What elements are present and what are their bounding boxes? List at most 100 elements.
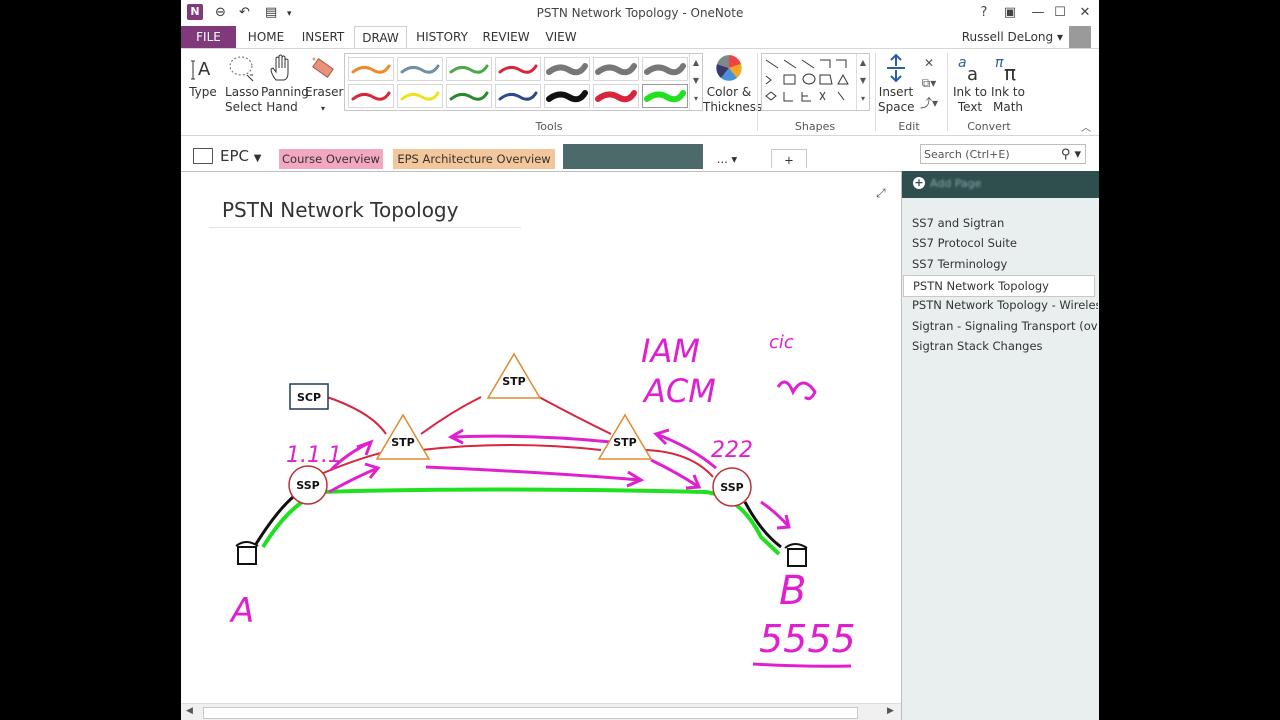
ink-a: A bbox=[229, 591, 254, 631]
page-item-pstn-wireless[interactable]: PSTN Network Topology - Wireles bbox=[912, 295, 1098, 315]
title-bar: N ⊖ ↶ ▤ ▾ PSTN Network Topology - OneNot… bbox=[181, 0, 1099, 26]
line-phone-a bbox=[254, 495, 294, 545]
page-item-pstn-topology[interactable]: PSTN Network Topology bbox=[903, 275, 1095, 297]
pen-swatch[interactable] bbox=[544, 84, 590, 108]
page-item-ss7-sigtran[interactable]: SS7 and Sigtran bbox=[912, 213, 1098, 233]
page-item-ss7-terminology[interactable]: SS7 Terminology bbox=[912, 254, 1098, 274]
tab-draw[interactable]: DRAW bbox=[354, 26, 407, 48]
tab-review[interactable]: REVIEW bbox=[480, 26, 532, 48]
svg-text:a: a bbox=[967, 64, 978, 83]
search-icon[interactable]: ⚲ ▾ bbox=[1061, 145, 1081, 165]
scroll-thumb[interactable] bbox=[203, 707, 858, 719]
pen-swatch[interactable] bbox=[348, 57, 394, 81]
arrange-icon[interactable]: ⧉▾ bbox=[917, 73, 941, 93]
add-section-button[interactable]: + bbox=[771, 149, 807, 168]
page-item-ss7-protocol-suite[interactable]: SS7 Protocol Suite bbox=[912, 233, 1098, 253]
voice-trunk bbox=[261, 487, 781, 556]
horizontal-scrollbar[interactable]: ◀ ▶ bbox=[181, 703, 901, 720]
shapes-gallery-scroll[interactable]: ▲ ▼ ▾ bbox=[856, 54, 869, 110]
section-tab-eps-architecture[interactable]: EPS Architecture Overview bbox=[393, 149, 555, 169]
type-cursor-icon: A bbox=[191, 59, 211, 80]
user-name[interactable]: Russell DeLong ▾ bbox=[962, 30, 1063, 44]
stp-top[interactable]: STP bbox=[486, 352, 542, 399]
section-tab-course-overview[interactable]: Course Overview bbox=[279, 149, 383, 169]
insert-space-icon bbox=[887, 53, 905, 83]
divider bbox=[947, 53, 948, 131]
add-page-label: Add Page bbox=[930, 177, 982, 190]
ink-to-text-button[interactable]: aa Ink to Text bbox=[951, 53, 989, 115]
ribbon-display-button[interactable]: ▣ bbox=[997, 3, 1023, 23]
insert-space-button[interactable]: Insert Space bbox=[878, 53, 915, 115]
tab-view[interactable]: VIEW bbox=[542, 26, 580, 48]
pen-swatch[interactable] bbox=[446, 57, 492, 81]
close-button[interactable]: ✕ bbox=[1072, 3, 1098, 23]
section-tab-active[interactable] bbox=[563, 144, 703, 169]
pen-swatch[interactable] bbox=[495, 84, 541, 108]
eraser-button[interactable]: Eraser ▾ bbox=[305, 53, 343, 116]
group-label-convert: Convert bbox=[967, 120, 1011, 133]
stp-right[interactable]: STP bbox=[597, 413, 653, 460]
scp-node[interactable]: SCP bbox=[289, 383, 329, 410]
help-button[interactable]: ? bbox=[971, 3, 997, 23]
tab-insert[interactable]: INSERT bbox=[299, 26, 347, 48]
scroll-left-icon[interactable]: ◀ bbox=[186, 706, 193, 716]
stp-top-label: STP bbox=[502, 375, 526, 388]
notebook-name[interactable]: EPC ▼ bbox=[220, 147, 261, 165]
divider bbox=[875, 53, 876, 131]
color-thickness-button[interactable]: Color & Thickness bbox=[703, 53, 762, 115]
color-thickness-label: Color & Thickness bbox=[703, 85, 763, 114]
svg-text:π: π bbox=[995, 55, 1004, 71]
tab-home[interactable]: HOME bbox=[243, 26, 289, 48]
group-label-edit: Edit bbox=[898, 120, 920, 133]
pen-swatch[interactable] bbox=[348, 84, 394, 108]
pen-swatch[interactable] bbox=[544, 57, 590, 81]
ssp-right[interactable]: SSP bbox=[712, 467, 752, 507]
stp-left[interactable]: STP bbox=[375, 413, 431, 460]
tab-history[interactable]: HISTORY bbox=[413, 26, 471, 48]
lasso-select-button[interactable]: Lasso Select bbox=[225, 53, 263, 115]
page-item-sigtran-transport[interactable]: Sigtran - Signaling Transport (ove bbox=[912, 316, 1098, 336]
ink-to-math-icon: ππ bbox=[995, 55, 1016, 83]
avatar[interactable] bbox=[1069, 26, 1091, 48]
notebook-icon bbox=[193, 148, 213, 164]
page-canvas[interactable]: PSTN Network Topology ⤢ STP STP STP SCP … bbox=[181, 171, 901, 705]
type-button[interactable]: A Type bbox=[189, 53, 217, 100]
tab-file[interactable]: FILE bbox=[181, 26, 236, 48]
scroll-right-icon[interactable]: ▶ bbox=[887, 706, 894, 716]
ink-to-text-label: Ink to Text bbox=[953, 85, 987, 114]
pen-swatch[interactable] bbox=[495, 57, 541, 81]
pen-swatch[interactable] bbox=[642, 57, 688, 81]
maximize-button[interactable]: ☐ bbox=[1047, 3, 1073, 23]
ssp-left[interactable]: SSP bbox=[288, 465, 328, 505]
ink-squiggle bbox=[776, 380, 817, 401]
add-page-button[interactable]: + Add Page bbox=[902, 171, 1099, 198]
pen-swatch[interactable] bbox=[446, 84, 492, 108]
pen-swatch[interactable] bbox=[397, 57, 443, 81]
pen-swatch[interactable] bbox=[593, 84, 639, 108]
pen-gallery-scroll[interactable]: ▲ ▼ ▾ bbox=[689, 54, 702, 110]
ink-iam: IAM bbox=[641, 332, 700, 370]
link-stp-stp-bottom bbox=[420, 444, 602, 451]
shapes-gallery[interactable]: ▲ ▼ ▾ bbox=[761, 53, 870, 111]
svg-text:A: A bbox=[198, 59, 211, 80]
more-sections-button[interactable]: ... ▾ bbox=[707, 149, 747, 169]
lasso-label: Lasso Select bbox=[225, 85, 263, 114]
rotate-icon[interactable]: ⤴▾ bbox=[917, 93, 941, 113]
ssp-left-label: SSP bbox=[296, 479, 319, 492]
search-input[interactable]: Search (Ctrl+E) ⚲ ▾ bbox=[920, 144, 1086, 164]
page-item-sigtran-stack[interactable]: Sigtran Stack Changes bbox=[912, 336, 1098, 356]
ssp-right-label: SSP bbox=[720, 481, 743, 494]
pen-swatch[interactable] bbox=[642, 84, 688, 108]
onenote-window: N ⊖ ↶ ▤ ▾ PSTN Network Topology - OneNot… bbox=[181, 0, 1099, 720]
pen-swatch[interactable] bbox=[593, 57, 639, 81]
eraser-dropdown-icon[interactable]: ▾ bbox=[321, 104, 325, 113]
collapse-ribbon-icon[interactable]: ︿ bbox=[1081, 119, 1091, 134]
network-drawing[interactable]: STP STP STP SCP SSP SSP 1.1.1 222 IAM AC… bbox=[181, 172, 901, 705]
group-label-tools: Tools bbox=[535, 120, 563, 133]
delete-icon[interactable]: ✕ bbox=[917, 53, 941, 73]
panning-hand-button[interactable]: Panning Hand bbox=[261, 53, 309, 115]
ink-to-math-button[interactable]: ππ Ink to Math bbox=[989, 53, 1027, 115]
hand-icon bbox=[270, 54, 289, 81]
svg-text:π: π bbox=[1004, 61, 1016, 83]
pen-swatch[interactable] bbox=[397, 84, 443, 108]
